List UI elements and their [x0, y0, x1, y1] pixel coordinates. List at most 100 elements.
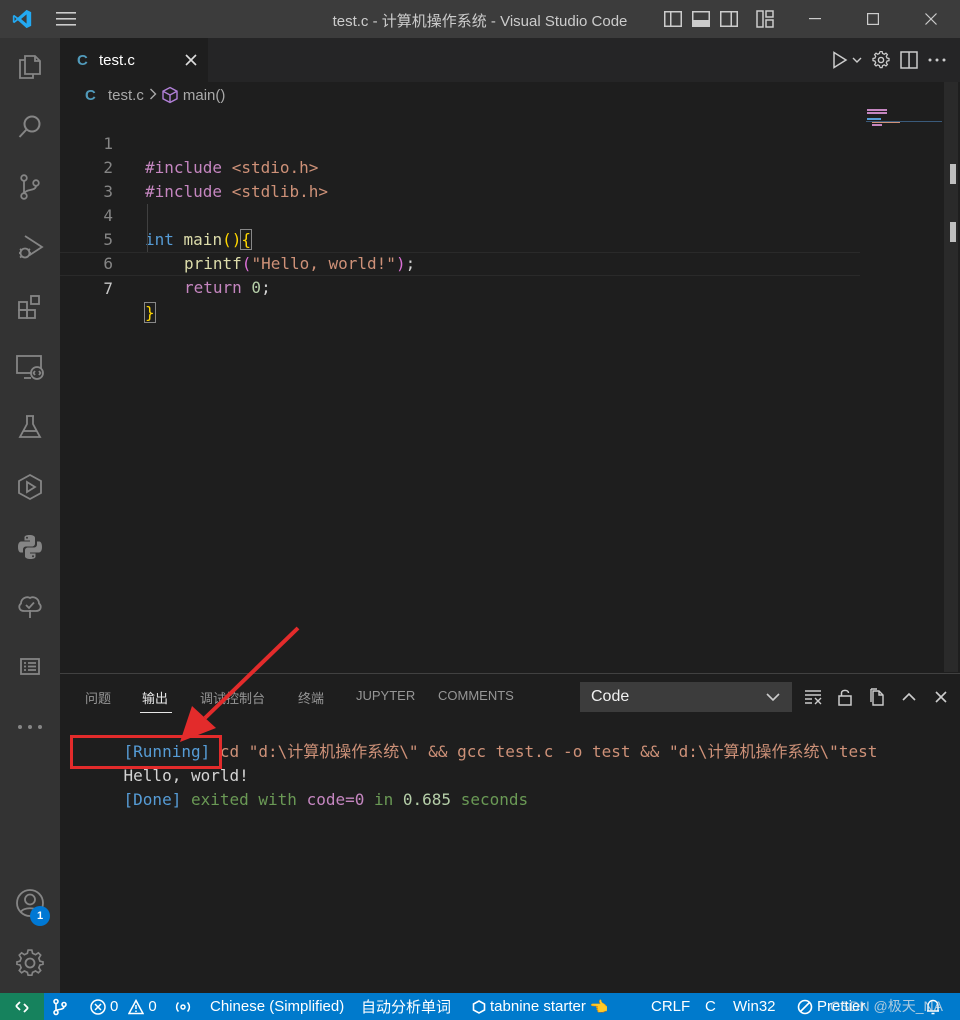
token: ;	[261, 278, 271, 297]
tabnine-status[interactable]: tabnine starter 👈	[472, 993, 609, 1020]
extensions-icon[interactable]	[0, 280, 60, 334]
vscode-logo-icon	[0, 0, 44, 38]
problems-status[interactable]: 0 0	[90, 993, 157, 1020]
scroll-marker	[950, 222, 956, 242]
code-line: 2 #include <stdlib.h>	[60, 132, 860, 201]
tab-jupyter[interactable]: JUPYTER	[356, 688, 415, 703]
tab-debug-console[interactable]: 调试控制台	[200, 688, 265, 707]
error-count: 0	[110, 998, 119, 1015]
token: return	[184, 278, 242, 297]
menu-icon[interactable]	[44, 0, 88, 38]
output-channel-select[interactable]: Code	[580, 682, 792, 712]
tab-comments[interactable]: COMMENTS	[438, 688, 514, 703]
explorer-icon[interactable]	[0, 40, 60, 94]
code-line: 1 #include <stdio.h>	[60, 108, 860, 177]
close-window-button[interactable]	[902, 0, 960, 38]
editor-scrollbar[interactable]	[944, 82, 958, 672]
deploy-icon[interactable]	[0, 460, 60, 514]
indent-guide	[147, 204, 148, 252]
pointing-hand-icon: 👈	[589, 998, 609, 1016]
editor-tab-bar: C test.c	[60, 38, 960, 82]
code-line: 4 int main(){	[60, 180, 860, 250]
remote-explorer-icon[interactable]	[0, 340, 60, 394]
tabnine-icon	[472, 999, 486, 1014]
scroll-marker	[950, 164, 956, 184]
run-debug-icon[interactable]	[0, 220, 60, 274]
settings-icon[interactable]	[872, 48, 890, 72]
minimap[interactable]	[866, 108, 942, 128]
tab-test-c[interactable]: C test.c	[60, 38, 208, 82]
output-channel-value: Code	[591, 688, 630, 705]
breadcrumb-file[interactable]: test.c	[108, 87, 144, 104]
broadcast-icon[interactable]	[174, 993, 192, 1020]
tab-output[interactable]: 输出	[142, 688, 168, 707]
accounts-badge: 1	[30, 906, 50, 926]
warning-icon	[128, 998, 145, 1014]
maximize-panel-icon[interactable]	[896, 684, 922, 710]
tab-label: test.c	[99, 51, 135, 69]
output-panel: 问题 输出 调试控制台 终端 JUPYTER COMMENTS Code [Ru…	[60, 673, 960, 993]
search-icon[interactable]	[0, 100, 60, 154]
line-number: 7	[103, 279, 113, 298]
lock-scroll-icon[interactable]	[832, 684, 858, 710]
done-text: seconds	[451, 790, 529, 809]
tab-terminal[interactable]: 终端	[298, 688, 324, 707]
run-code-icon[interactable]	[832, 48, 862, 72]
toggle-secondary-sidebar-icon[interactable]	[718, 8, 740, 30]
toggle-panel-icon[interactable]	[690, 8, 712, 30]
chevron-right-icon	[149, 87, 157, 103]
maximize-button[interactable]	[844, 0, 902, 38]
open-log-file-icon[interactable]	[864, 684, 890, 710]
accounts-icon[interactable]: 1	[0, 876, 60, 930]
word-analysis-status[interactable]: 自动分析单词	[361, 993, 451, 1020]
clear-output-icon[interactable]	[800, 684, 826, 710]
split-editor-icon[interactable]	[900, 48, 918, 72]
done-time: 0.685	[402, 790, 452, 809]
warning-count: 0	[148, 998, 157, 1015]
highlight-annotation-box	[70, 735, 222, 769]
title-bar: test.c - 计算机操作系统 - Visual Studio Code	[0, 0, 960, 38]
chevron-down-icon	[765, 689, 781, 710]
more-actions-icon[interactable]	[928, 48, 946, 72]
tab-problems[interactable]: 问题	[85, 688, 111, 707]
done-text: exited with	[181, 790, 307, 809]
minimize-button[interactable]	[786, 0, 844, 38]
activity-bar: 1	[0, 38, 60, 993]
output-line-done: [Done] exited with code=0 in 0.685 secon…	[85, 764, 529, 836]
language-mode-status[interactable]: C	[705, 993, 716, 1020]
close-panel-icon[interactable]	[928, 684, 954, 710]
testing-icon[interactable]	[0, 400, 60, 454]
chevron-down-icon	[852, 57, 862, 63]
breadcrumb-symbol[interactable]: main()	[183, 87, 226, 104]
settings-gear-icon[interactable]	[0, 936, 60, 990]
eol-status[interactable]: CRLF	[651, 993, 690, 1020]
close-tab-icon[interactable]	[182, 51, 200, 69]
code-line: 3	[60, 156, 860, 201]
code-line: 6 return 0;	[60, 228, 860, 297]
tree-check-icon[interactable]	[0, 580, 60, 634]
code-line: 5 printf("Hello, world!");	[60, 204, 860, 273]
toggle-primary-sidebar-icon[interactable]	[662, 8, 684, 30]
python-icon[interactable]	[0, 520, 60, 574]
breadcrumb: C test.c main()	[60, 82, 930, 108]
outline-icon[interactable]	[0, 640, 60, 694]
status-bar: 0 0 Chinese (Simplified) 自动分析单词 tabnine …	[0, 993, 960, 1020]
prettier-disabled-icon	[797, 999, 813, 1014]
running-command: cd "d:\计算机操作系统\" && gcc test.c -o test &…	[210, 742, 878, 761]
c-file-icon: C	[77, 51, 88, 69]
remote-indicator[interactable]	[0, 993, 44, 1020]
more-icon[interactable]	[0, 700, 60, 754]
c-file-icon: C	[85, 86, 96, 104]
error-icon	[90, 998, 106, 1015]
tabnine-label: tabnine starter	[490, 998, 586, 1015]
source-control-status-icon[interactable]	[52, 993, 68, 1020]
source-control-icon[interactable]	[0, 160, 60, 214]
active-tab-indicator	[140, 712, 172, 713]
current-line: 7 }	[60, 252, 860, 323]
language-pack-status[interactable]: Chinese (Simplified)	[210, 993, 344, 1020]
customize-layout-icon[interactable]	[754, 8, 776, 30]
platform-status[interactable]: Win32	[733, 993, 776, 1020]
done-tag: [Done]	[123, 790, 182, 809]
method-icon	[161, 86, 179, 104]
done-code: code=0	[306, 790, 365, 809]
